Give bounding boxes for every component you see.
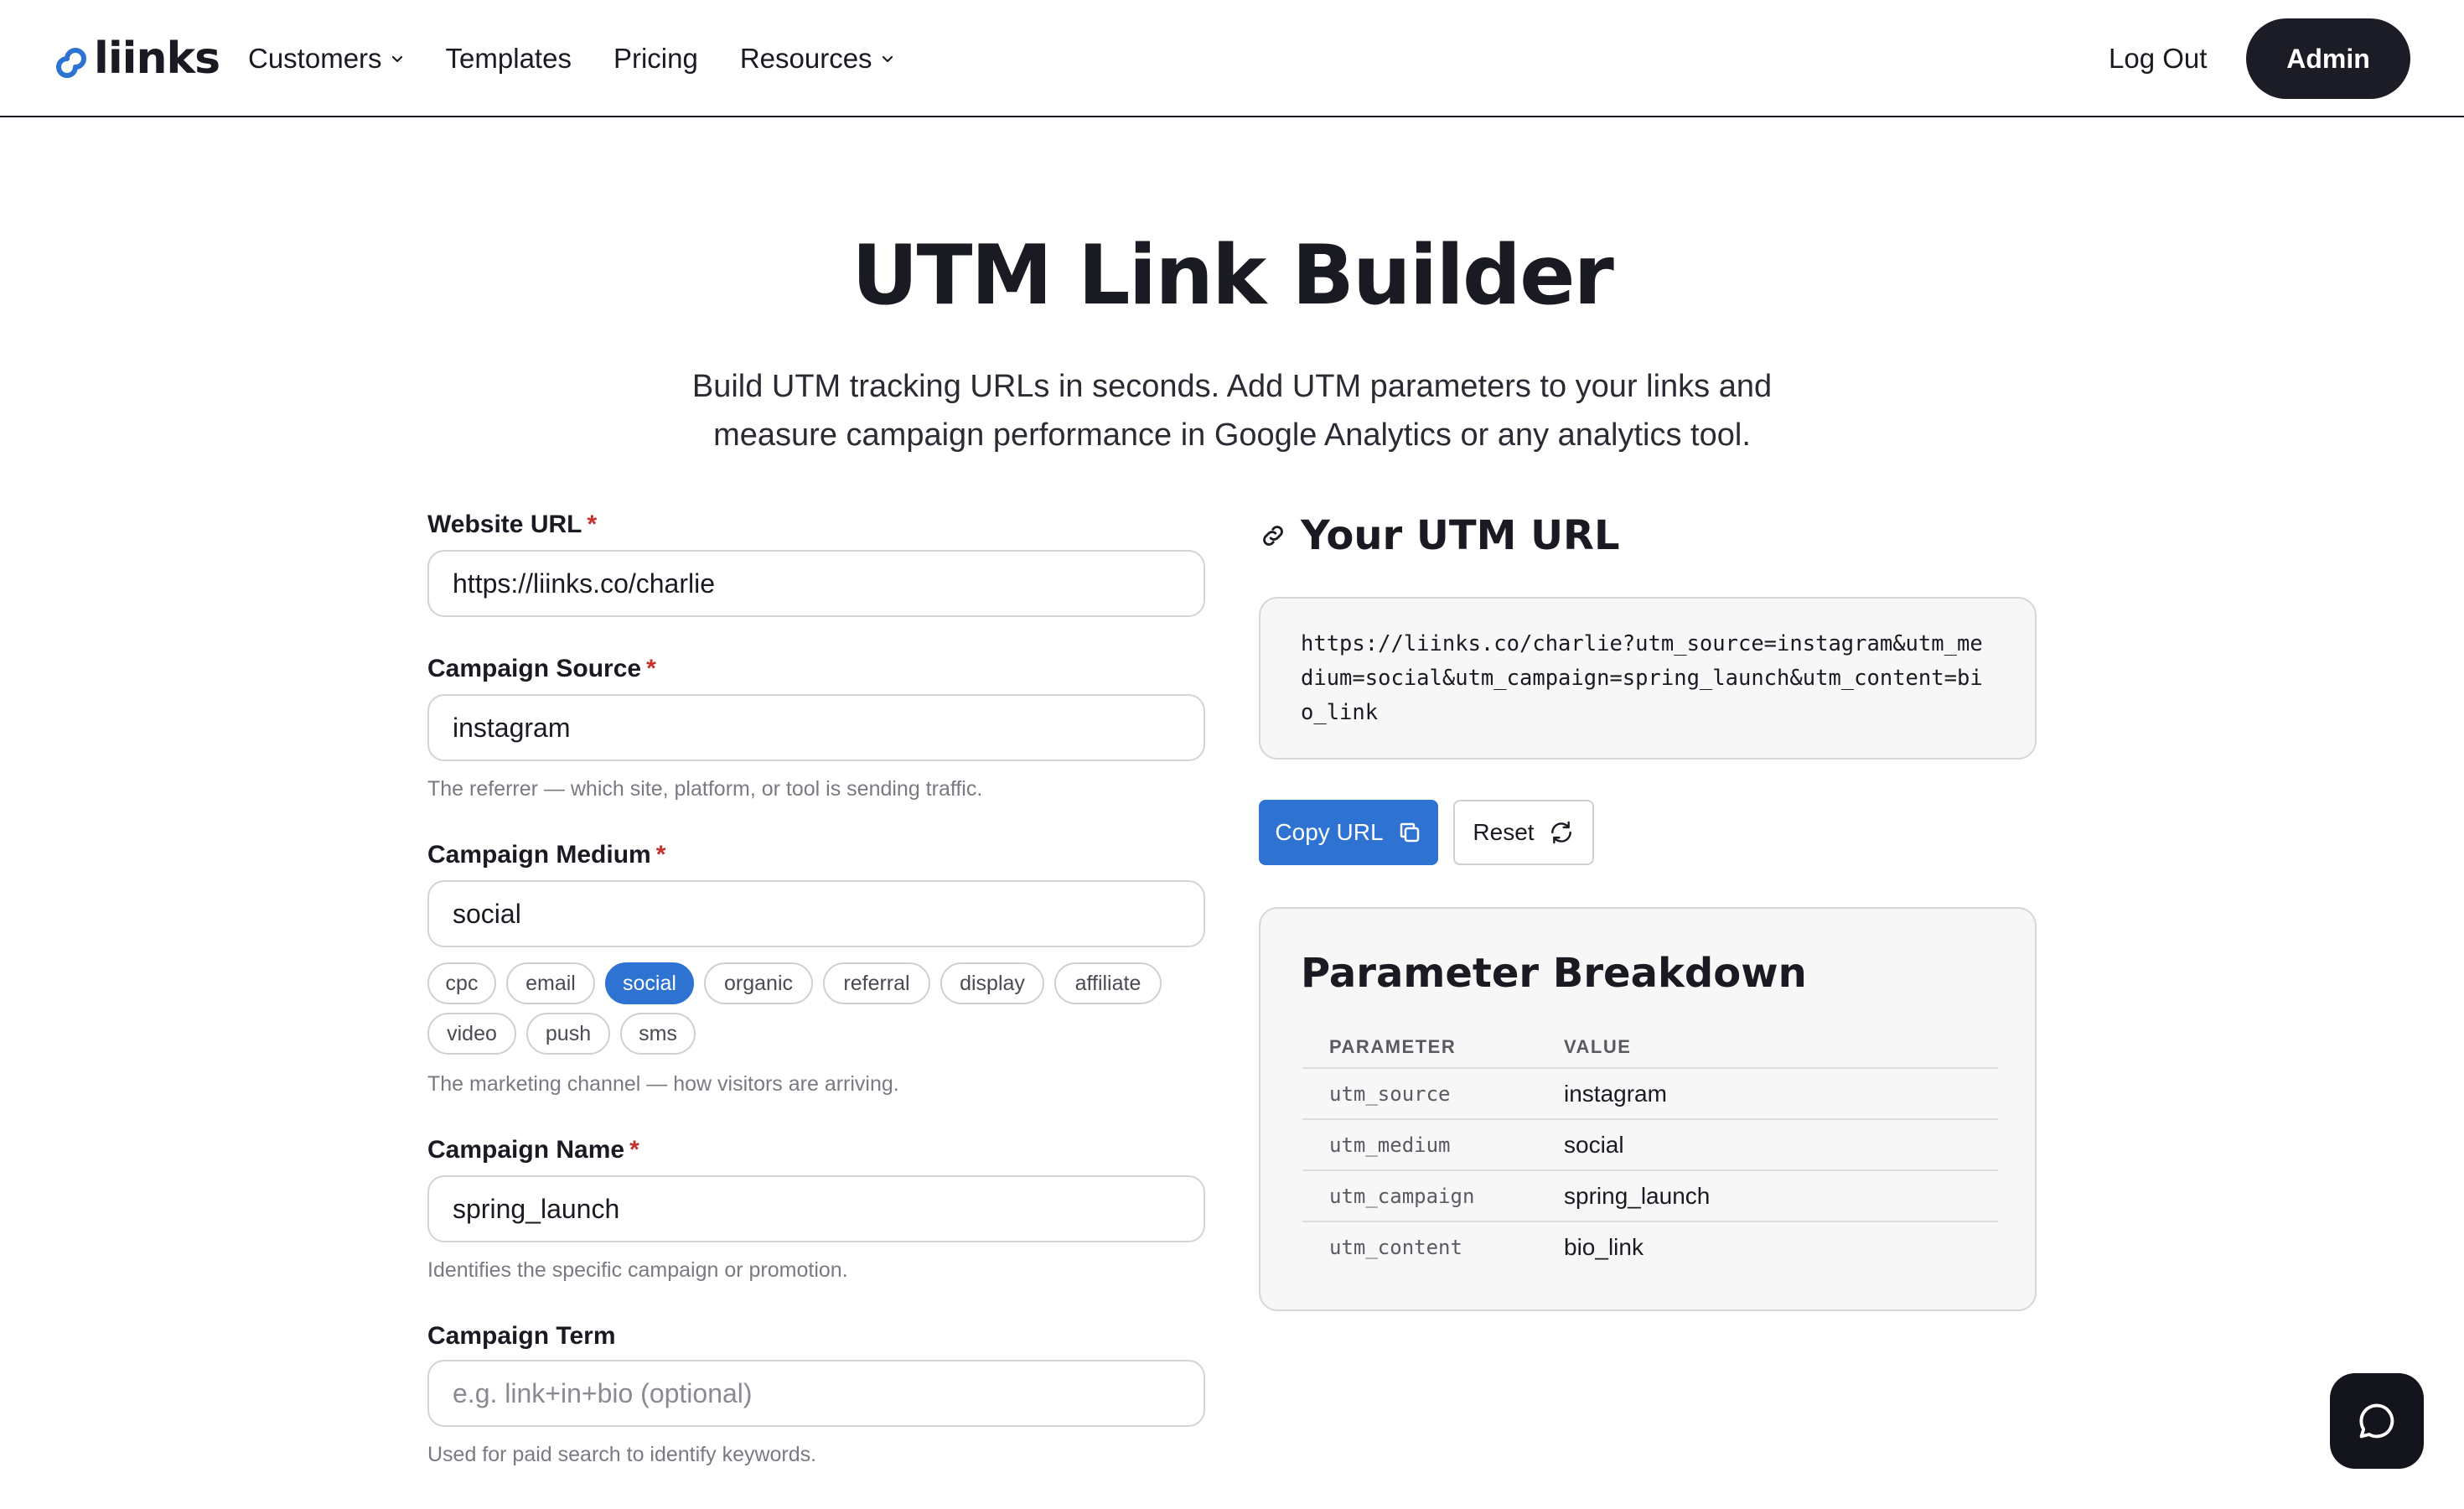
logout-link[interactable]: Log Out <box>2109 37 2207 80</box>
link-logo-icon <box>56 48 86 78</box>
param-value: bio_link <box>1564 1234 1644 1260</box>
nav-item-label: Templates <box>445 43 572 74</box>
chip-referral[interactable]: referral <box>823 962 930 1004</box>
campaign-source-input[interactable] <box>427 694 1205 761</box>
campaign-name-hint: Identifies the specific campaign or prom… <box>427 1258 848 1282</box>
campaign-term-hint: Used for paid search to identify keyword… <box>427 1443 817 1466</box>
chat-bubble-icon <box>2359 1403 2394 1439</box>
chip-video[interactable]: video <box>427 1013 516 1055</box>
website-url-input[interactable] <box>427 550 1205 617</box>
campaign-name-label: Campaign Name * <box>427 1136 639 1164</box>
link-icon <box>1263 526 1283 546</box>
copy-url-label: Copy URL <box>1275 819 1384 845</box>
campaign-medium-hint: The marketing channel — how visitors are… <box>427 1072 899 1096</box>
reset-label: Reset <box>1473 819 1535 845</box>
campaign-source-label: Campaign Source * <box>427 655 656 682</box>
website-url-label: Website URL * <box>427 511 598 538</box>
param-name: utm_source <box>1302 1068 1537 1120</box>
main-nav: Customers Templates Pricing Resources <box>248 37 936 80</box>
chevron-down-icon <box>391 55 402 63</box>
nav-item-label: Customers <box>248 43 382 74</box>
nav-item-label: Pricing <box>613 43 698 74</box>
reset-button[interactable]: Reset <box>1453 800 1594 865</box>
campaign-source-hint: The referrer — which site, platform, or … <box>427 777 983 801</box>
title-rest: Link Builder <box>1051 228 1614 324</box>
campaign-medium-label: Campaign Medium * <box>427 841 666 869</box>
copy-icon <box>1400 822 1419 843</box>
campaign-medium-input[interactable] <box>427 880 1205 947</box>
copy-url-button[interactable]: Copy URL <box>1259 800 1438 865</box>
column-header-parameter: PARAMETER <box>1302 1026 1537 1069</box>
nav-item-label: Resources <box>739 43 872 74</box>
chip-email[interactable]: email <box>506 962 595 1004</box>
chevron-down-icon <box>882 55 893 63</box>
chip-social[interactable]: social <box>605 962 694 1004</box>
chip-sms[interactable]: sms <box>620 1013 696 1055</box>
table-row: utm_medium social <box>1302 1119 1998 1171</box>
subtitle-line-2: measure campaign performance in Google A… <box>713 417 1751 453</box>
campaign-term-label: Campaign Term <box>427 1322 616 1350</box>
chat-launcher-button[interactable] <box>2330 1373 2424 1469</box>
required-mark: * <box>629 1136 639 1164</box>
refresh-icon <box>1550 821 1571 844</box>
campaign-term-input[interactable] <box>427 1360 1205 1427</box>
param-value: instagram <box>1537 1068 1998 1120</box>
top-navbar: liinks Customers Templates Pricing Resou… <box>0 0 2464 117</box>
chip-organic[interactable]: organic <box>704 962 813 1004</box>
param-value: spring_launch <box>1537 1170 1998 1222</box>
nav-item-pricing[interactable]: Pricing <box>613 37 698 80</box>
breakdown-table: PARAMETER VALUE utm_source instagram utm… <box>1302 1026 1998 1273</box>
chip-cpc[interactable]: cpc <box>427 962 496 1004</box>
param-name: utm_campaign <box>1302 1170 1537 1222</box>
required-mark: * <box>587 511 598 538</box>
subtitle-line-1: Build UTM tracking URLs in seconds. Add … <box>691 369 1773 404</box>
utm-url-heading: Your UTM URL <box>1259 506 1620 565</box>
table-header-row: PARAMETER VALUE <box>1302 1026 1998 1069</box>
chip-push[interactable]: push <box>526 1013 610 1055</box>
generated-url-output[interactable]: https://liinks.co/charlie?utm_source=ins… <box>1259 597 2037 760</box>
campaign-name-input[interactable] <box>427 1175 1205 1242</box>
param-value: social <box>1537 1119 1998 1171</box>
table-row: utm_campaign spring_launch <box>1302 1170 1998 1222</box>
admin-button[interactable]: Admin <box>2246 18 2410 99</box>
brand-logo[interactable]: liinks <box>52 37 220 80</box>
title-highlight: UTM <box>845 225 1059 327</box>
nav-item-resources[interactable]: Resources <box>740 37 894 80</box>
nav-item-customers[interactable]: Customers <box>248 37 404 80</box>
chip-display[interactable]: display <box>940 962 1044 1004</box>
page-subtitle: Build UTM tracking URLs in seconds. Add … <box>0 362 2464 459</box>
nav-item-templates[interactable]: Templates <box>446 37 572 80</box>
page-title: UTM Link Builder <box>0 225 2464 327</box>
required-mark: * <box>655 841 666 869</box>
table-row: utm_content bio_link <box>1302 1221 1998 1273</box>
required-mark: * <box>646 655 656 682</box>
utm-url-title: Your UTM URL <box>1301 512 1620 559</box>
param-name: utm_medium <box>1302 1119 1537 1171</box>
table-row: utm_source instagram <box>1302 1068 1998 1120</box>
breakdown-title: Parameter Breakdown <box>1301 950 1807 997</box>
parameter-breakdown-card: Parameter Breakdown PARAMETER VALUE utm_… <box>1259 907 2037 1311</box>
param-name: utm_content <box>1329 1236 1462 1259</box>
brand-name: liinks <box>94 34 220 84</box>
column-header-value: VALUE <box>1537 1026 1998 1069</box>
chip-affiliate[interactable]: affiliate <box>1054 962 1162 1004</box>
